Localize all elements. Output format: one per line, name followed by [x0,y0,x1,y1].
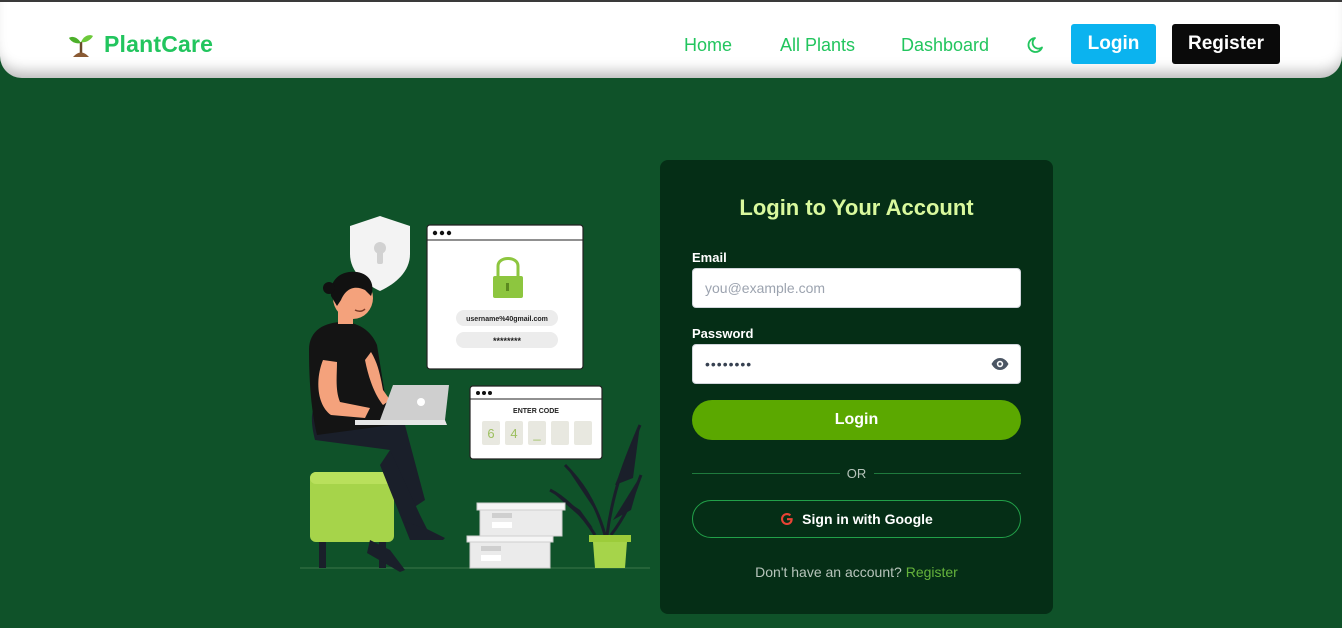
email-label: Email [692,250,727,265]
email-field[interactable] [692,268,1021,308]
nav-link-all-plants[interactable]: All Plants [780,35,855,56]
divider-right [874,473,1021,474]
login-illustration: username%40gmail.com ******** ENTER CODE… [300,216,650,572]
brand-name: PlantCare [104,30,214,57]
svg-text:4: 4 [510,426,517,441]
moon-icon[interactable] [1027,35,1047,55]
nav-link-home[interactable]: Home [684,35,732,56]
login-title: Login to Your Account [739,195,974,220]
code-title: ENTER CODE [513,408,559,415]
svg-text:_: _ [532,426,541,441]
sprout-icon [69,35,93,57]
login-submit-button[interactable]: Login [692,400,1021,440]
nav-login-button[interactable]: Login [1071,24,1156,64]
password-label: Password [692,326,754,341]
register-prompt-text: Don't have an account? [755,564,902,580]
navbar: PlantCare Home All Plants Dashboard Logi… [0,2,1342,78]
nav-register-button[interactable]: Register [1172,24,1280,64]
nav-link-dashboard[interactable]: Dashboard [901,35,989,56]
browser-window: username%40gmail.com ******** [426,224,584,370]
password-field[interactable] [692,344,1021,384]
svg-text:6: 6 [487,426,494,441]
illustration-username: username%40gmail.com [466,316,548,323]
google-sign-in-button[interactable]: Sign in with Google [692,500,1021,538]
code-window: ENTER CODE 6 4 _ [469,385,603,460]
storage-boxes [466,502,566,569]
brand-logo[interactable]: PlantCare [68,30,213,58]
illustration-password: ******** [493,336,522,346]
register-link[interactable]: Register [906,564,958,580]
google-button-label: Sign in with Google [802,511,933,527]
register-prompt: Don't have an account? Register [660,564,1053,580]
google-icon [781,513,793,525]
eye-icon[interactable] [990,354,1010,374]
login-card: Login to Your Account Email Password Log… [660,160,1053,614]
